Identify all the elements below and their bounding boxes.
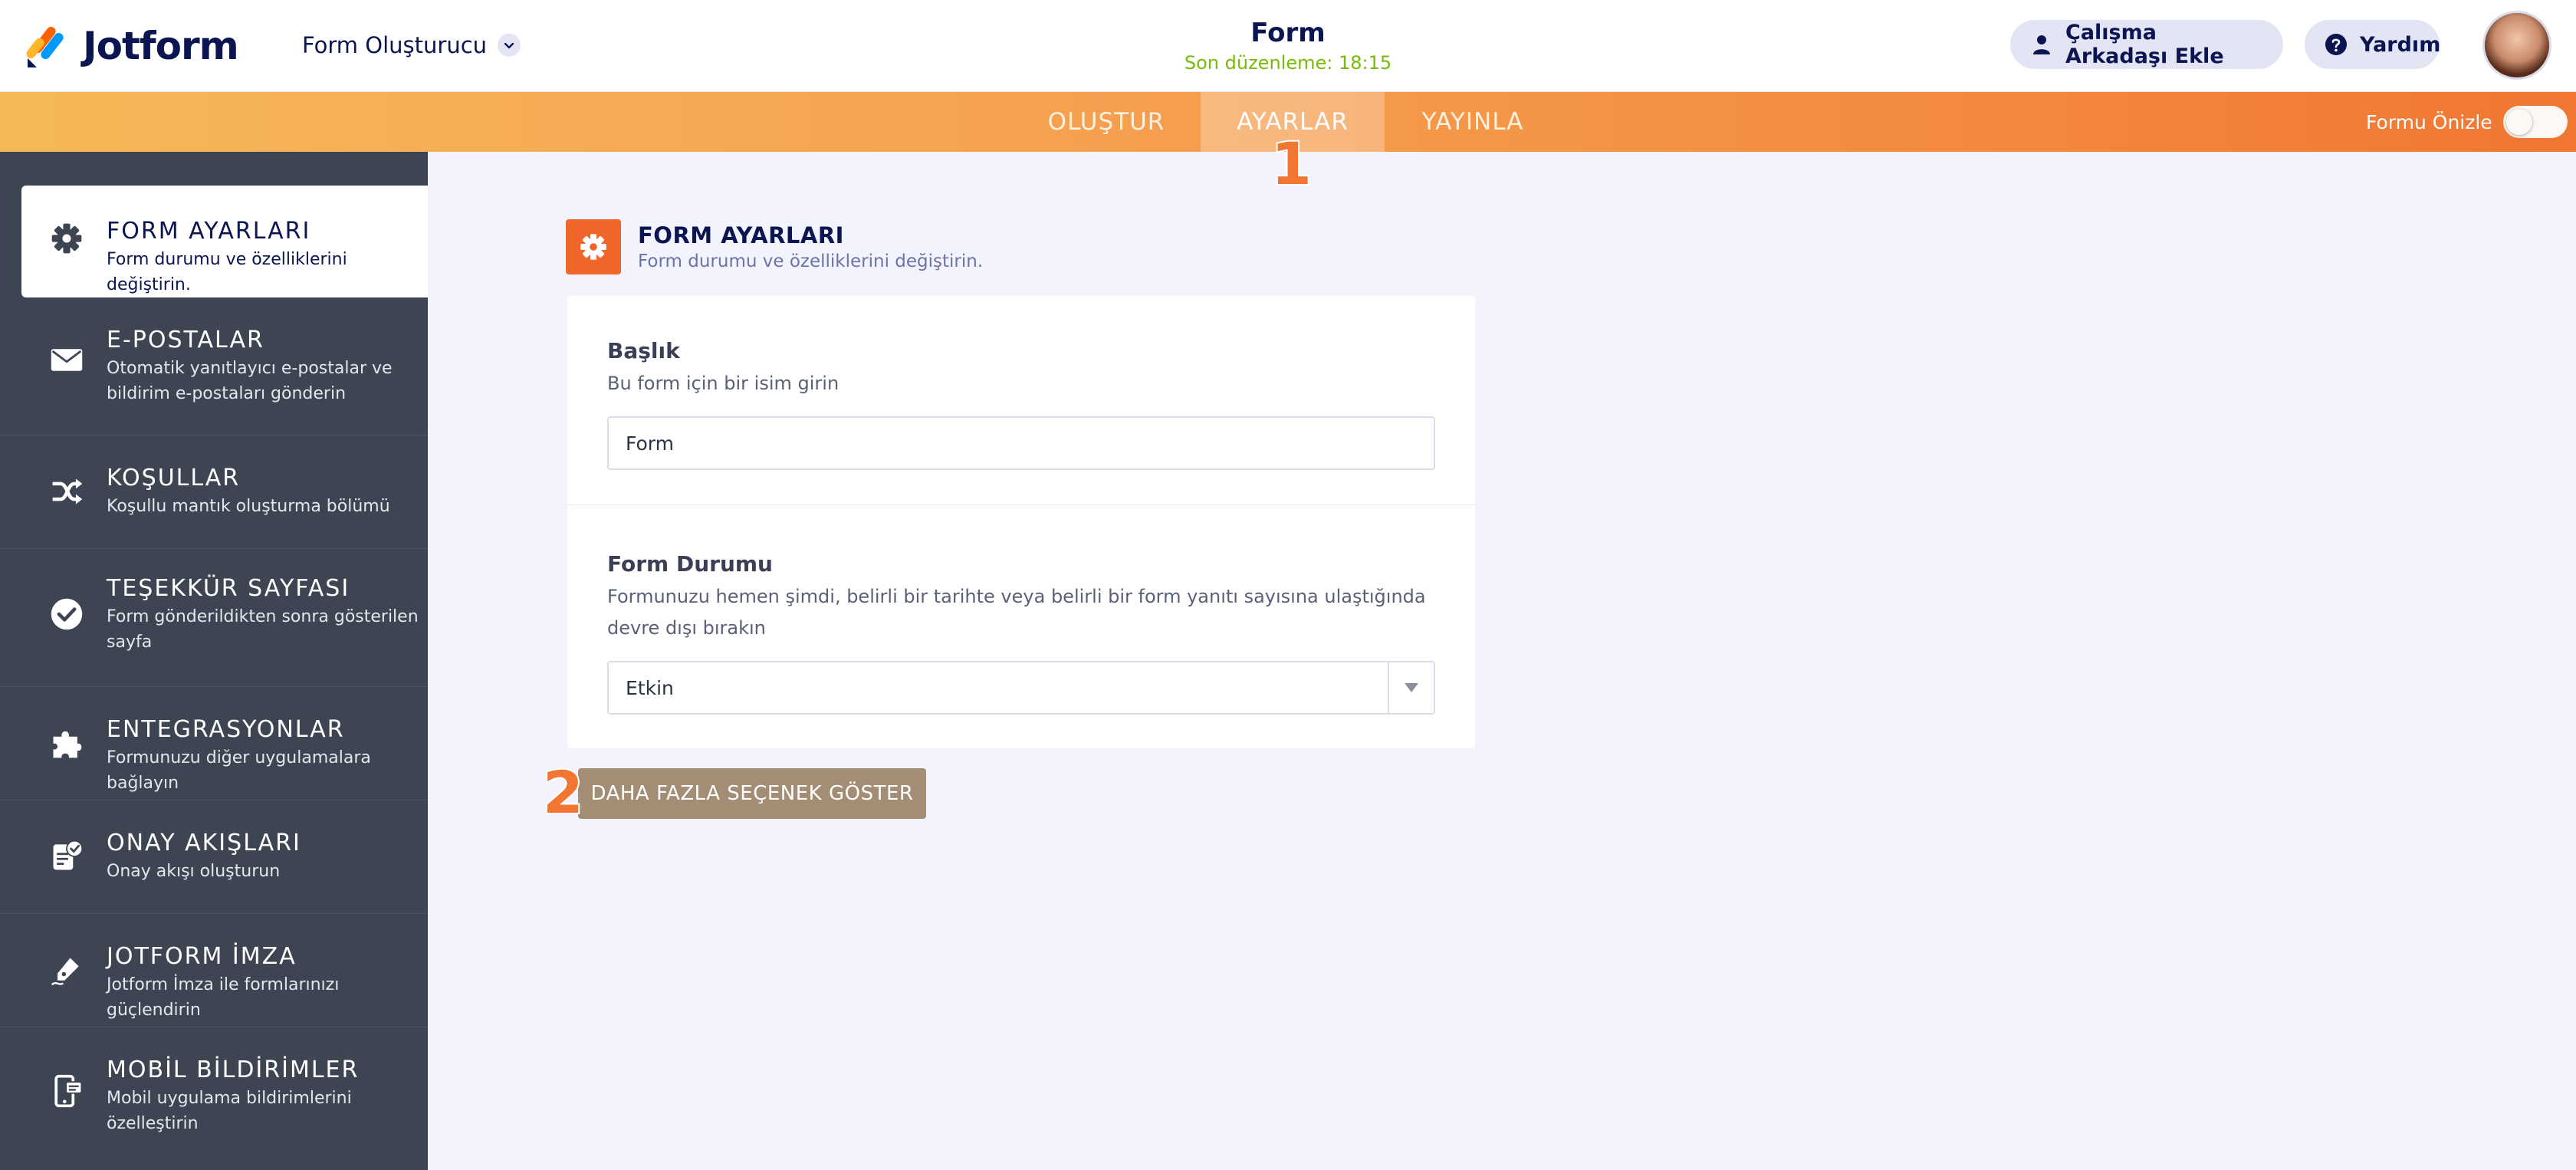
- title-field-label: Başlık: [607, 338, 680, 363]
- pen-icon: [48, 951, 86, 989]
- user-icon: [2030, 33, 2053, 56]
- envelope-icon: [48, 340, 86, 379]
- add-collaborator-label: Çalışma Arkadaşı Ekle: [2065, 21, 2224, 68]
- form-status-value: Etkin: [626, 676, 674, 699]
- settings-section-icon: [566, 219, 621, 274]
- sidebar-item-approval-flows[interactable]: ONAY AKIŞLARI Onay akışı oluşturun: [0, 800, 428, 914]
- jotform-logo[interactable]: Jotform: [26, 18, 239, 74]
- shuffle-icon: [48, 472, 86, 511]
- user-avatar[interactable]: [2482, 11, 2551, 80]
- title-field: Başlık Bu form için bir isim girin Form: [607, 336, 1435, 470]
- form-title-area: Form Son düzenleme: 18:15: [1135, 15, 1441, 75]
- title-field-desc: Bu form için bir isim girin: [607, 373, 840, 394]
- sidebar-item-mobile-notifications[interactable]: MOBİL BİLDİRİMLER Mobil uygulama bildiri…: [0, 1027, 428, 1170]
- sidebar-item-jotform-sign[interactable]: JOTFORM İMZA Jotform İmza ile formlarını…: [0, 914, 428, 1027]
- form-title[interactable]: Form: [1135, 15, 1441, 51]
- sidebar-item-desc: Onay akışı oluşturun: [107, 862, 281, 881]
- help-label: Yardım: [2360, 32, 2441, 57]
- section-subtitle: Form durumu ve özelliklerini değiştirin.: [638, 251, 984, 271]
- show-more-options-button[interactable]: DAHA FAZLA SEÇENEK GÖSTER: [578, 768, 926, 819]
- preview-toggle-switch[interactable]: [2502, 106, 2568, 138]
- caret-down-icon: [1388, 662, 1434, 713]
- tab-publish[interactable]: YAYINLA: [1385, 92, 1561, 152]
- sidebar-item-desc: Formunuzu diğer uygulamalara bağlayın: [107, 748, 371, 793]
- status-field-label: Form Durumu: [607, 551, 773, 577]
- puzzle-icon: [48, 724, 86, 762]
- sidebar-item-desc: Otomatik yanıtlayıcı e-postalar ve bildi…: [107, 359, 393, 403]
- form-builder-label: Form Oluşturucu: [302, 32, 488, 58]
- help-button[interactable]: Yardım: [2305, 20, 2440, 69]
- status-field: Form Durumu Formunuzu hemen şimdi, belir…: [607, 549, 1435, 715]
- approval-doc-icon: [48, 837, 86, 876]
- sidebar-item-title: ONAY AKIŞLARI: [107, 830, 301, 856]
- mobile-notification-icon: [48, 1072, 86, 1110]
- settings-card: Başlık Bu form için bir isim girin Form …: [567, 296, 1475, 748]
- sidebar-item-title: TEŞEKKÜR SAYFASI: [107, 575, 350, 602]
- jotform-logo-icon: [26, 26, 64, 67]
- preview-form-toggle[interactable]: Formu Önizle: [2366, 104, 2568, 140]
- settings-sidebar: FORM AYARLARI Form durumu ve özellikleri…: [0, 152, 428, 1170]
- sidebar-item-desc: Koşullu mantık oluşturma bölümü: [107, 497, 390, 516]
- chevron-down-icon: [498, 34, 521, 57]
- sidebar-item-integrations[interactable]: ENTEGRASYONLAR Formunuzu diğer uygulamal…: [0, 687, 428, 800]
- top-header: Jotform Form Oluşturucu Form Son düzenle…: [0, 0, 2576, 92]
- sidebar-item-desc: Jotform İmza ile formlarınızı güçlendiri…: [107, 975, 340, 1020]
- section-title: FORM AYARLARI: [638, 222, 844, 248]
- sidebar-item-desc: Mobil uygulama bildirimlerini özelleştir…: [107, 1089, 352, 1133]
- form-builder-dropdown[interactable]: Form Oluşturucu: [302, 28, 521, 63]
- sidebar-item-title: JOTFORM İMZA: [107, 943, 297, 970]
- sidebar-item-thank-you-page[interactable]: TEŞEKKÜR SAYFASI Form gönderildikten son…: [0, 549, 428, 687]
- last-edited-status: Son düzenleme: 18:15: [1184, 52, 1392, 74]
- check-circle-icon: [48, 595, 86, 633]
- sidebar-item-title: KOŞULLAR: [107, 465, 241, 491]
- annotation-step-2: 2: [541, 758, 585, 827]
- toggle-knob: [2505, 109, 2532, 135]
- preview-form-label: Formu Önizle: [2366, 110, 2492, 133]
- annotation-step-1: 1: [1270, 130, 1313, 198]
- sidebar-item-conditions[interactable]: KOŞULLAR Koşullu mantık oluşturma bölümü: [0, 435, 428, 549]
- sidebar-item-title: MOBİL BİLDİRİMLER: [107, 1057, 360, 1083]
- sidebar-item-form-settings[interactable]: FORM AYARLARI Form durumu ve özellikleri…: [21, 186, 428, 297]
- add-collaborator-button[interactable]: Çalışma Arkadaşı Ekle: [2010, 20, 2283, 69]
- tab-create[interactable]: OLUŞTUR: [1020, 92, 1193, 152]
- question-icon: [2325, 33, 2348, 56]
- form-title-input[interactable]: Form: [607, 416, 1435, 470]
- form-status-select[interactable]: Etkin: [607, 661, 1435, 715]
- sidebar-item-title: E-POSTALAR: [107, 327, 264, 353]
- brand-name: Jotform: [83, 24, 239, 68]
- sidebar-item-desc: Form gönderildikten sonra gösterilen say…: [107, 607, 419, 652]
- sidebar-item-desc: Form durumu ve özelliklerini değiştirin.: [107, 250, 347, 294]
- gear-icon: [48, 219, 86, 258]
- status-field-desc: Formunuzu hemen şimdi, belirli bir tarih…: [607, 586, 1426, 639]
- field-divider: [567, 504, 1475, 505]
- sidebar-item-title: FORM AYARLARI: [107, 218, 311, 245]
- section-header: FORM AYARLARI Form durumu ve özellikleri…: [566, 219, 983, 274]
- sidebar-item-emails[interactable]: E-POSTALAR Otomatik yanıtlayıcı e-postal…: [0, 297, 428, 435]
- sidebar-item-title: ENTEGRASYONLAR: [107, 716, 345, 743]
